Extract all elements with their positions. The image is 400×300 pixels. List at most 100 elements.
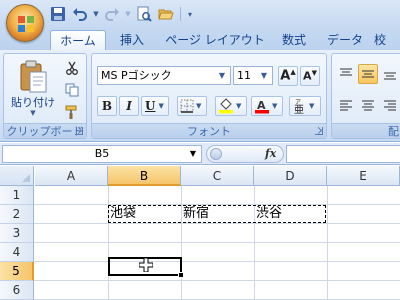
align-right-icon: [384, 100, 396, 111]
borders-icon: [180, 99, 194, 113]
font-group: MS Pゴシック ▼ 11 ▼ A▲ A▼ B I U ▼ ▼ ▼ A ▼ ア …: [91, 53, 327, 139]
copy-icon: [65, 83, 79, 97]
ribbon: 貼り付け ▼ クリップボード MS Pゴシック ▼ 11 ▼ A▲ A▼ B I…: [0, 50, 400, 142]
office-logo-icon: [18, 16, 34, 32]
italic-button[interactable]: I: [119, 96, 139, 116]
font-color-dropdown-icon[interactable]: ▼: [272, 102, 277, 110]
font-color-button[interactable]: A ▼: [251, 96, 283, 116]
office-button[interactable]: [6, 4, 44, 42]
align-top-icon: [340, 68, 352, 76]
scissors-icon: [66, 61, 78, 75]
tab-formulas[interactable]: 数式: [274, 30, 314, 50]
fill-color-icon: [219, 98, 233, 114]
font-group-label: フォント: [92, 123, 326, 138]
align-bottom-button[interactable]: [380, 64, 400, 84]
row-header-6[interactable]: 6: [0, 281, 34, 300]
alignment-group: 配: [331, 53, 400, 139]
font-dialog-launcher-icon[interactable]: [315, 127, 323, 135]
font-size-value: 11: [237, 69, 251, 82]
paste-button[interactable]: 貼り付け ▼: [8, 58, 58, 120]
grow-font-button[interactable]: A▲: [278, 66, 298, 86]
open-icon[interactable]: [156, 4, 176, 24]
alignment-group-label: 配: [332, 123, 400, 138]
row-header-1[interactable]: 1: [0, 186, 34, 205]
undo-icon[interactable]: [70, 4, 90, 24]
tab-data[interactable]: データ: [322, 30, 368, 50]
ribbon-tabs: ホーム 挿入 ページ レイアウト 数式 データ 校: [0, 28, 400, 51]
phonetic-guide-icon: ア亜: [294, 99, 304, 114]
row-header-3[interactable]: 3: [0, 224, 34, 243]
column-header-d[interactable]: D: [254, 166, 327, 186]
borders-button[interactable]: ▼: [177, 96, 207, 116]
column-header-c[interactable]: C: [181, 166, 254, 186]
excel-window: ▼ ▼ ▾ ホーム 挿入 ページ レイアウト 数式 データ 校 貼り付け ▼ ク…: [0, 0, 400, 300]
align-center-icon: [362, 100, 374, 111]
font-size-combo[interactable]: 11 ▼: [233, 66, 273, 85]
gridline: [34, 242, 400, 243]
underline-label: U: [145, 99, 156, 113]
bold-label: B: [101, 99, 113, 113]
formula-bar-resize-handle[interactable]: [210, 148, 222, 160]
align-middle-button[interactable]: [358, 64, 378, 84]
align-top-button[interactable]: [336, 64, 356, 84]
insert-function-button[interactable]: fx: [265, 146, 276, 162]
copy-button[interactable]: [62, 80, 82, 100]
underline-button[interactable]: U ▼: [141, 96, 169, 116]
cut-button[interactable]: [62, 58, 82, 78]
redo-dropdown-icon[interactable]: ▼: [124, 4, 132, 24]
print-preview-icon[interactable]: [134, 4, 154, 24]
fill-color-dropdown-icon[interactable]: ▼: [236, 102, 241, 110]
align-center-button[interactable]: [358, 96, 378, 116]
tab-home[interactable]: ホーム: [50, 30, 106, 51]
formula-controls: fx: [206, 145, 284, 163]
phonetic-guide-button[interactable]: ア亜 ▼: [289, 96, 321, 116]
font-size-dropdown-icon[interactable]: ▼: [258, 68, 270, 83]
paste-dropdown-icon[interactable]: ▼: [8, 109, 58, 117]
tab-review[interactable]: 校: [374, 30, 400, 50]
bold-button[interactable]: B: [97, 96, 117, 116]
italic-label: I: [126, 99, 132, 113]
formula-input[interactable]: [286, 145, 400, 163]
name-box-dropdown-icon[interactable]: ▼: [187, 146, 199, 162]
fill-handle[interactable]: [178, 272, 184, 278]
phonetic-guide-dropdown-icon[interactable]: ▼: [309, 102, 314, 110]
font-name-dropdown-icon[interactable]: ▼: [216, 68, 228, 83]
format-painter-button[interactable]: [62, 102, 82, 122]
font-name-combo[interactable]: MS Pゴシック ▼: [97, 66, 231, 85]
name-box-value: B5: [94, 147, 110, 160]
title-bar: ▼ ▼ ▾: [0, 0, 400, 28]
gridline: [34, 261, 400, 262]
row-header-5[interactable]: 5: [0, 262, 34, 281]
clipboard-dialog-launcher-icon[interactable]: [75, 127, 83, 135]
fill-color-button[interactable]: ▼: [215, 96, 247, 116]
align-left-icon: [340, 100, 352, 111]
quick-access-toolbar: ▼ ▼ ▾: [48, 4, 195, 24]
row-header-2[interactable]: 2: [0, 205, 34, 224]
column-header-e[interactable]: E: [327, 166, 400, 186]
tab-insert[interactable]: 挿入: [110, 30, 154, 50]
select-all-button[interactable]: [0, 166, 34, 186]
save-icon[interactable]: [48, 4, 68, 24]
column-header-b[interactable]: B: [108, 166, 181, 186]
underline-dropdown-icon[interactable]: ▼: [158, 102, 163, 110]
shrink-font-button[interactable]: A▼: [300, 66, 320, 86]
worksheet-grid: A B C D E 1 2 3 4 5 6 池袋 新宿 渋谷: [0, 166, 400, 300]
qat-separator: [180, 7, 181, 21]
align-right-button[interactable]: [380, 96, 400, 116]
font-color-icon: A: [255, 99, 269, 114]
clipboard-group-label: クリップボード: [4, 123, 86, 138]
borders-dropdown-icon[interactable]: ▼: [196, 102, 201, 110]
format-painter-icon: [65, 105, 77, 119]
undo-dropdown-icon[interactable]: ▼: [92, 4, 100, 24]
redo-icon[interactable]: [102, 4, 122, 24]
name-box[interactable]: B5 ▼: [2, 145, 202, 163]
formula-bar: B5 ▼ fx: [0, 143, 400, 165]
align-left-button[interactable]: [336, 96, 356, 116]
cell-cursor-icon: [139, 258, 153, 272]
column-header-a[interactable]: A: [35, 166, 108, 186]
row-header-4[interactable]: 4: [0, 243, 34, 262]
font-name-value: MS Pゴシック: [101, 69, 172, 82]
tab-page-layout[interactable]: ページ レイアウト: [160, 30, 270, 50]
customize-qat-icon[interactable]: ▾: [185, 4, 195, 24]
paste-icon: [20, 60, 47, 93]
